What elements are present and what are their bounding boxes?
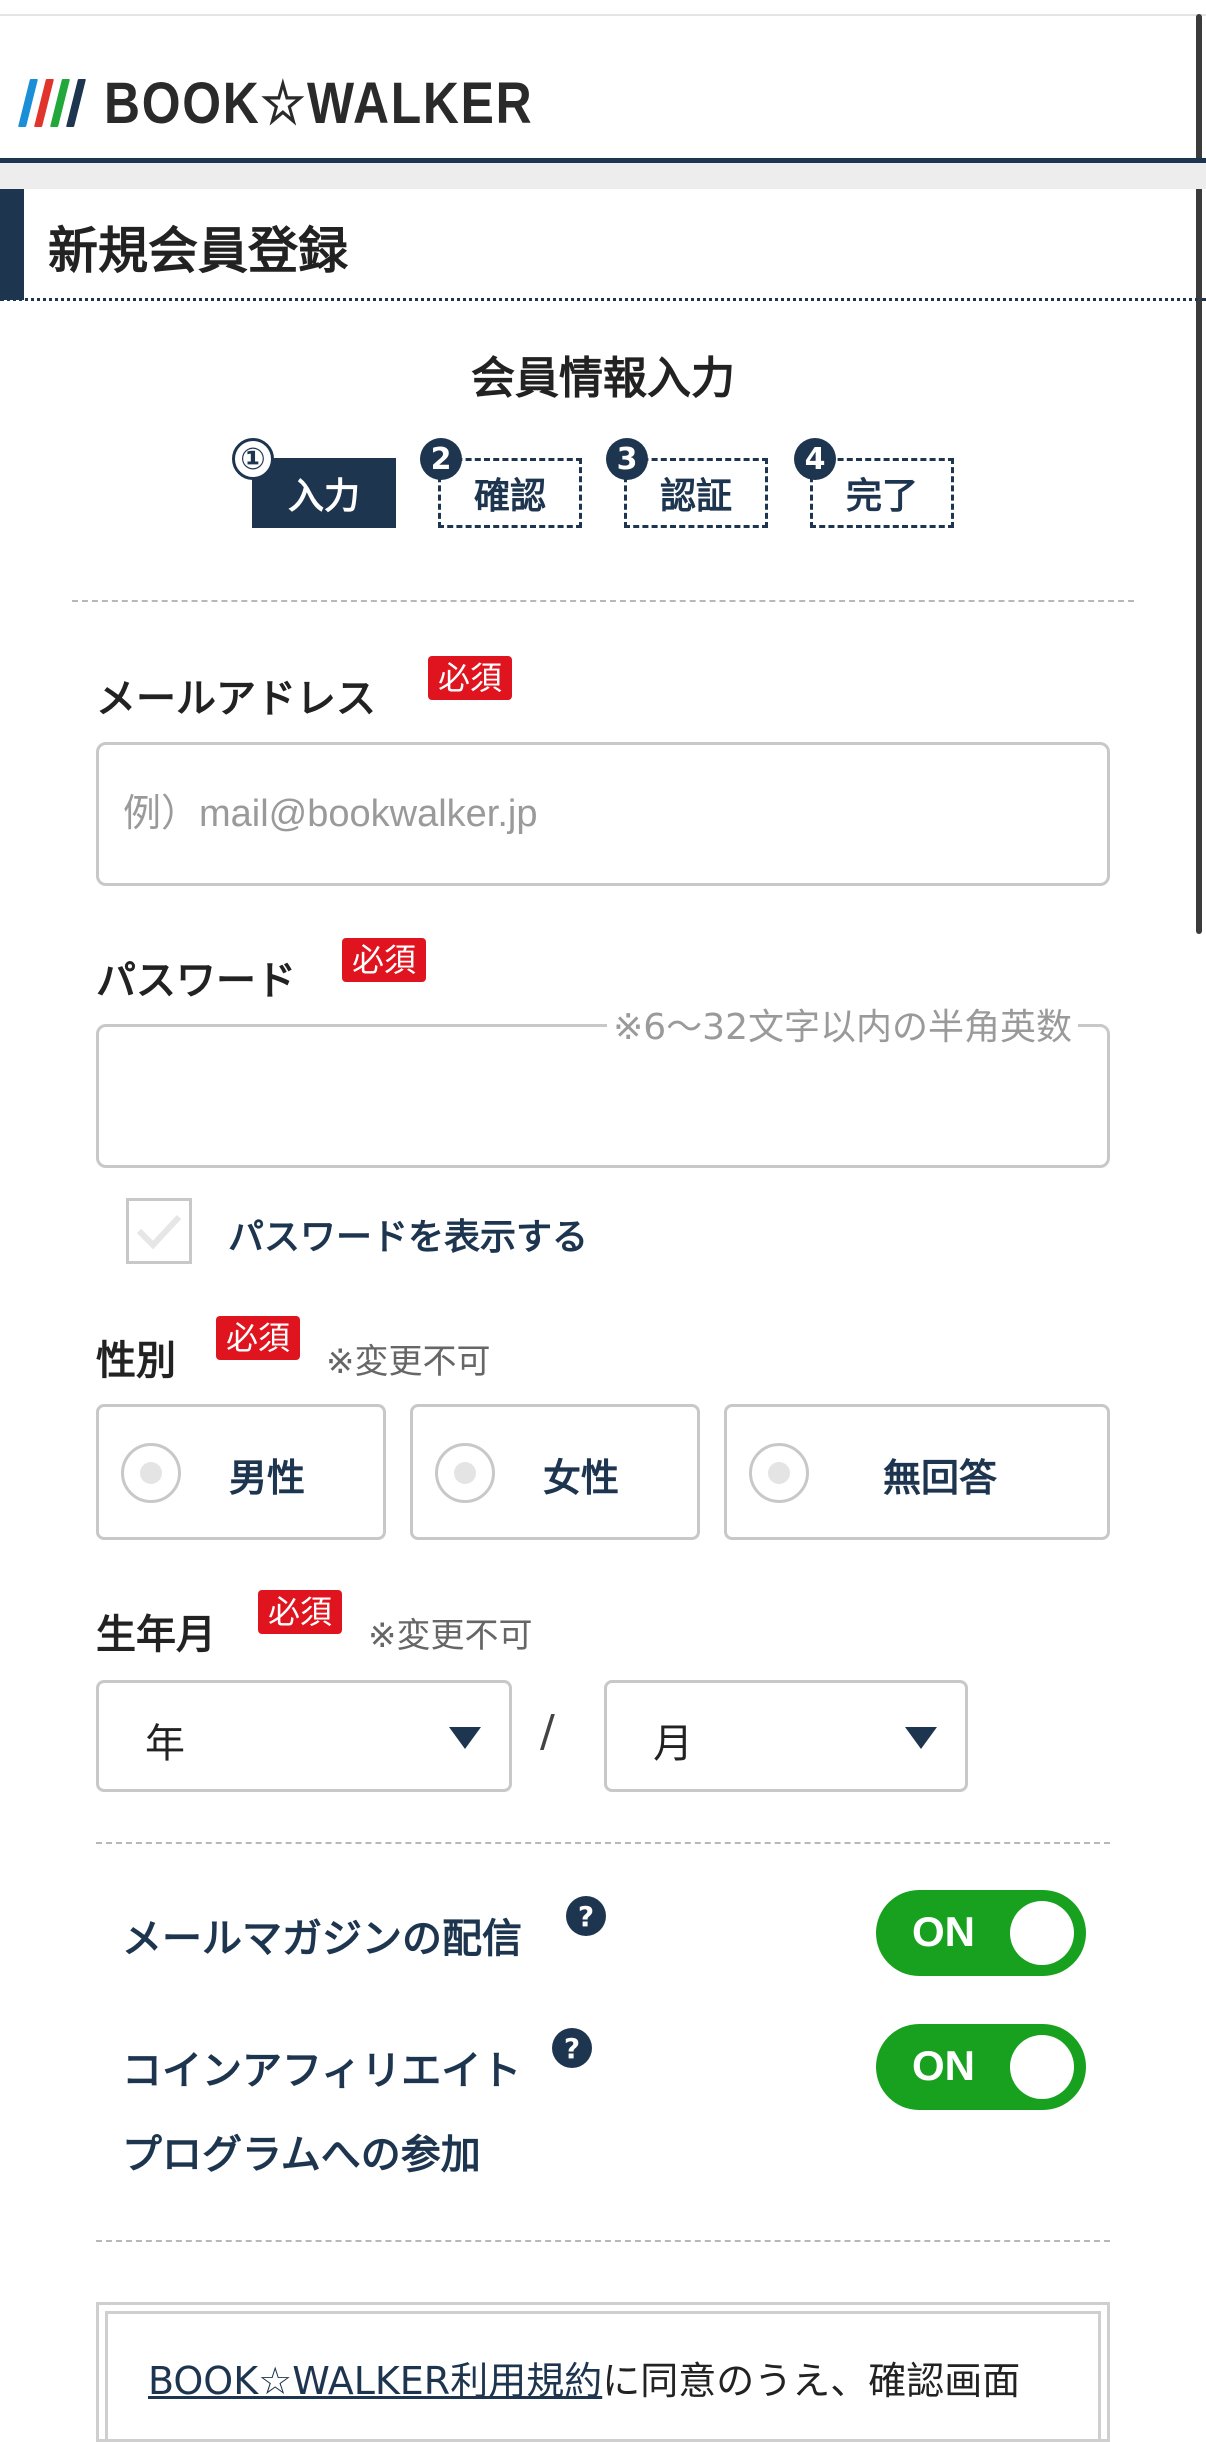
email-label: メールアドレス: [96, 676, 376, 722]
birth-separator: /: [540, 1706, 555, 1757]
step-label: 確認: [473, 476, 546, 517]
required-badge: 必須: [428, 656, 513, 700]
logo-text: BOOK☆WALKER: [104, 71, 534, 136]
site-header: BOOK☆WALKER: [0, 16, 1206, 158]
terms-link[interactable]: BOOK☆WALKER利用規約: [148, 2359, 602, 2403]
dropdown-arrow-icon: [905, 1727, 937, 1749]
select-value: 年: [145, 1721, 185, 1767]
password-label: パスワード: [96, 958, 296, 1004]
toggle-knob: [1010, 1901, 1074, 1965]
gender-option-female[interactable]: 女性: [410, 1404, 700, 1540]
section-divider: [96, 1842, 1110, 1844]
coin-affiliate-label-line2: プログラムへの参加: [122, 2132, 481, 2178]
required-badge: 必須: [216, 1316, 301, 1360]
help-icon[interactable]: ?: [552, 2028, 592, 2068]
gender-note: ※変更不可: [326, 1342, 491, 1382]
gender-label: 性別: [96, 1338, 176, 1384]
section-divider: [72, 600, 1134, 602]
logo-stripes-icon: [18, 79, 86, 127]
title-accent: [0, 189, 24, 300]
step-input: 入力: [252, 458, 396, 528]
toggle-knob: [1010, 2035, 1074, 2099]
show-password-label[interactable]: パスワードを表示する: [228, 1208, 588, 1260]
step-label: 完了: [845, 476, 918, 517]
mail-magazine-toggle[interactable]: ON: [876, 1890, 1086, 1976]
radio-button[interactable]: [121, 1443, 181, 1503]
help-icon[interactable]: ?: [566, 1896, 606, 1936]
page-title: 新規会員登録: [48, 222, 348, 280]
toggle-state: ON: [912, 2042, 975, 2089]
password-hint: ※6〜32文字以内の半角英数: [607, 998, 1078, 1050]
step-number: 4: [794, 438, 836, 480]
step-number: 3: [606, 438, 648, 480]
required-badge: 必須: [258, 1590, 343, 1634]
step-label: 入力: [287, 476, 360, 517]
step-number: ①: [232, 438, 274, 480]
radio-label: 無回答: [883, 1456, 998, 1500]
mail-magazine-label: メールマガジンの配信: [122, 1916, 522, 1962]
header-band: [0, 163, 1206, 189]
section-title: 会員情報入力: [471, 353, 735, 404]
toggle-state: ON: [912, 1908, 975, 1955]
gender-option-male[interactable]: 男性: [96, 1404, 386, 1540]
select-value: 月: [653, 1721, 693, 1767]
radio-button[interactable]: [749, 1443, 809, 1503]
email-input[interactable]: [96, 742, 1110, 886]
birth-note: ※変更不可: [368, 1616, 533, 1656]
required-badge: 必須: [342, 938, 427, 982]
coin-affiliate-toggle[interactable]: ON: [876, 2024, 1086, 2110]
step-indicator: 入力 ① 確認 2 認証 3 完了 4: [0, 438, 1206, 540]
terms-text: BOOK☆WALKER利用規約に同意のうえ、確認画面: [148, 2350, 1020, 2405]
birth-month-select[interactable]: 月: [604, 1680, 968, 1792]
bookwalker-logo[interactable]: BOOK☆WALKER: [18, 68, 603, 138]
terms-body: に同意のうえ、確認画面: [602, 2359, 1021, 2403]
radio-button[interactable]: [435, 1443, 495, 1503]
dropdown-arrow-icon: [449, 1727, 481, 1749]
birth-label: 生年月: [96, 1612, 216, 1658]
birth-year-select[interactable]: 年: [96, 1680, 512, 1792]
page-title-bar: 新規会員登録: [0, 189, 1206, 301]
logo-stripe: [66, 79, 86, 127]
gender-option-none[interactable]: 無回答: [724, 1404, 1110, 1540]
terms-inner: BOOK☆WALKER利用規約に同意のうえ、確認画面: [105, 2311, 1101, 2439]
check-icon: [136, 1214, 182, 1250]
radio-label: 男性: [229, 1456, 306, 1500]
step-number: 2: [420, 438, 462, 480]
terms-box: BOOK☆WALKER利用規約に同意のうえ、確認画面: [96, 2302, 1110, 2442]
section-divider: [96, 2240, 1110, 2242]
step-label: 認証: [659, 476, 732, 517]
show-password-checkbox[interactable]: [126, 1198, 192, 1264]
radio-label: 女性: [543, 1456, 620, 1500]
coin-affiliate-label: コインアフィリエイト: [122, 2048, 522, 2094]
